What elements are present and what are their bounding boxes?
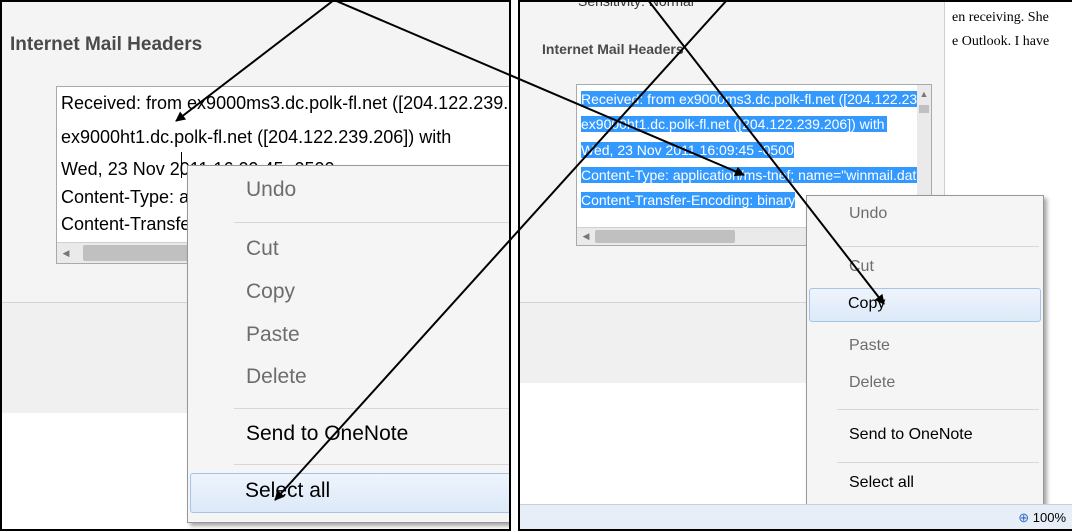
annotation-arrows [175,0,885,501]
arrow-to-selected-headers [333,0,745,177]
arrow-to-select-all [274,0,728,501]
arrow-to-received-line [175,0,335,122]
arrow-to-copy [647,0,885,305]
